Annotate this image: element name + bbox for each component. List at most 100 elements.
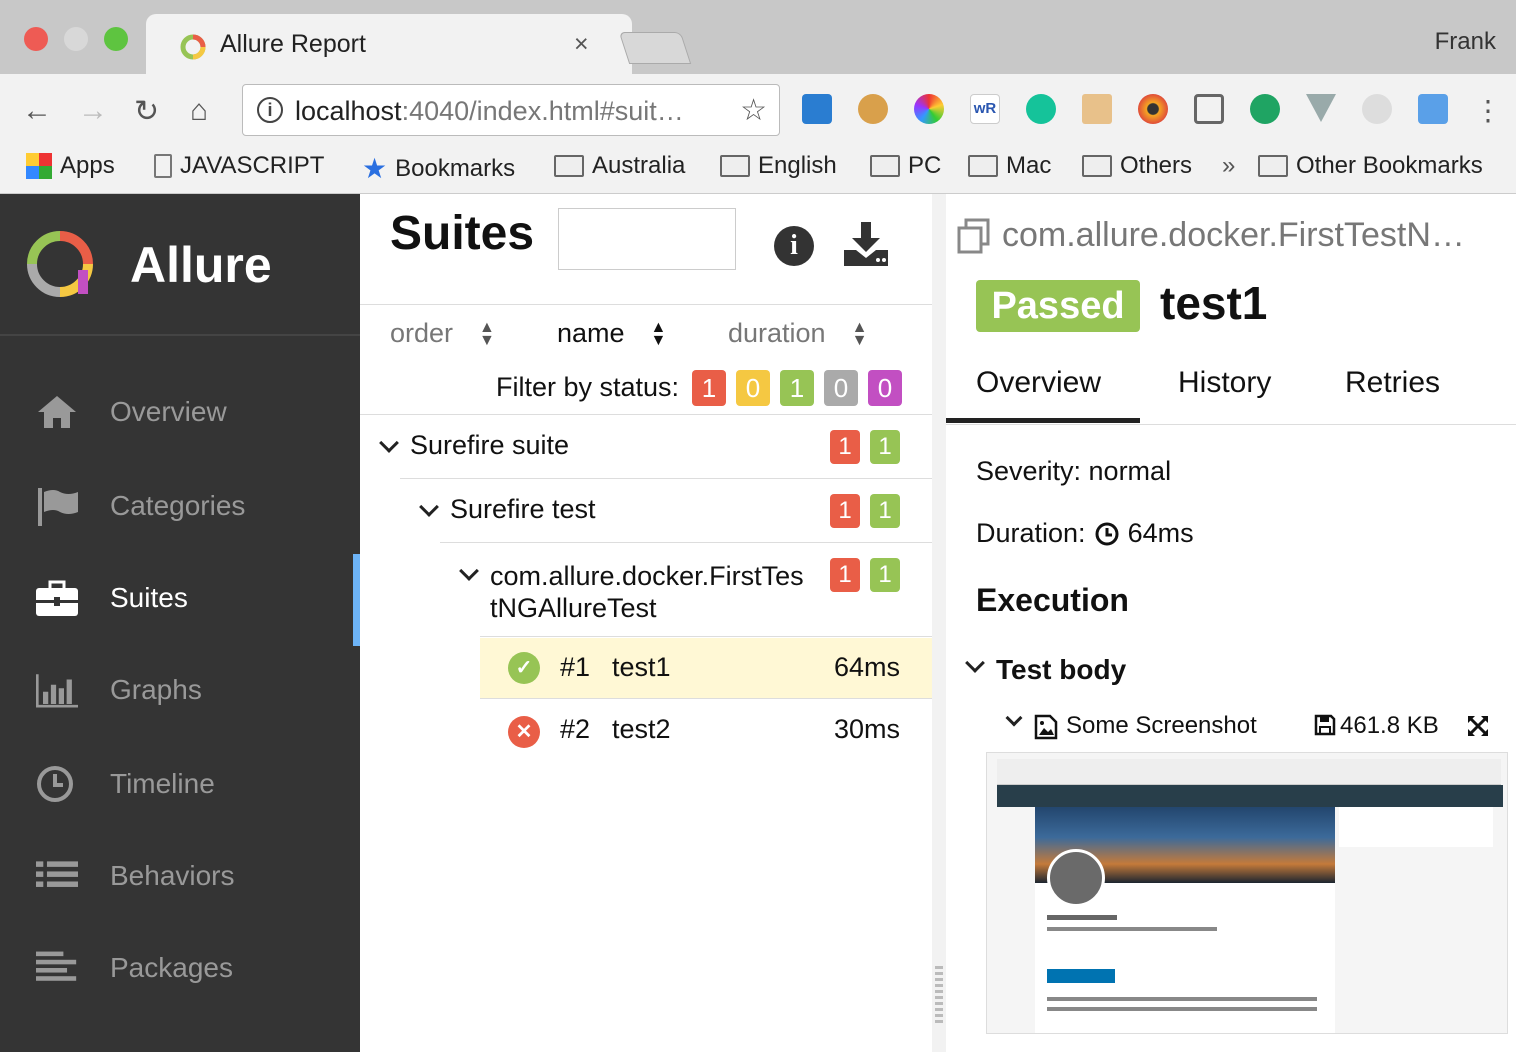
thumbnail-avatar <box>1047 849 1105 907</box>
tree-node-suite[interactable]: Surefire suite <box>379 430 569 461</box>
info-circle-icon[interactable]: i <box>257 97 283 123</box>
allure-favicon-icon <box>180 34 206 60</box>
tab-overview[interactable]: Overview <box>976 366 1101 400</box>
minimize-window-button[interactable] <box>64 27 88 51</box>
thumbnail-text-line <box>1047 997 1317 1001</box>
bookmark-others[interactable]: Others <box>1082 152 1192 180</box>
bookmark-english[interactable]: English <box>720 152 837 180</box>
sidebar-divider <box>0 334 360 336</box>
color-wheel-icon[interactable] <box>914 94 944 124</box>
url-path: :4040/index.html#suit… <box>401 96 684 126</box>
profile-name[interactable]: Frank <box>1435 28 1496 56</box>
sidebar-item-label: Packages <box>110 952 233 983</box>
test-full-name: com.allure.docker.FirstTestN… <box>1002 216 1465 254</box>
filter-failed-badge[interactable]: 1 <box>692 370 726 406</box>
test-body-heading[interactable]: Test body <box>996 654 1126 686</box>
reload-icon[interactable]: ↻ <box>134 94 159 129</box>
sidebar-item-label: Overview <box>110 396 227 427</box>
drag-handle-icon[interactable] <box>935 966 943 1026</box>
browser-tab[interactable] <box>146 14 632 74</box>
test-case-number: #2 <box>560 714 591 744</box>
thumbnail-text-line <box>1047 1007 1317 1011</box>
bookmark-bookmarks[interactable]: ★ Bookmarks <box>362 152 515 185</box>
tree-node-class[interactable]: com.allure.docker.FirstTes tNGAllureTest <box>459 560 804 624</box>
maximize-window-button[interactable] <box>104 27 128 51</box>
bookmark-australia[interactable]: Australia <box>554 152 685 180</box>
expand-icon[interactable] <box>1466 714 1490 738</box>
filter-label: Filter by status: <box>496 372 680 402</box>
circle-icon[interactable] <box>1362 94 1392 124</box>
grammarly-icon[interactable] <box>1026 94 1056 124</box>
close-window-button[interactable] <box>24 27 48 51</box>
new-tab-button[interactable] <box>618 32 692 64</box>
sidebar-item-suites[interactable]: Suites <box>0 554 360 646</box>
tab-history[interactable]: History <box>1178 366 1271 400</box>
star-icon: ★ <box>362 153 388 184</box>
tree-node-test[interactable]: Surefire test <box>419 494 596 525</box>
page-icon <box>154 154 172 178</box>
divider <box>480 698 932 699</box>
test-case-number: #1 <box>560 652 591 682</box>
bookmark-javascript[interactable]: JAVASCRIPT <box>154 152 324 180</box>
v-icon[interactable] <box>1306 94 1336 122</box>
pane-splitter[interactable] <box>932 194 946 1052</box>
bookmarks-overflow-button[interactable]: » <box>1222 152 1235 180</box>
cookie-icon[interactable] <box>858 94 888 124</box>
sidebar-item-overview[interactable]: Overview <box>0 368 360 456</box>
tab-close-icon[interactable]: × <box>574 30 589 59</box>
sidebar-item-label: Graphs <box>110 674 202 705</box>
sidebar-item-timeline[interactable]: Timeline <box>0 740 360 828</box>
sidebar-item-behaviors[interactable]: Behaviors <box>0 832 360 920</box>
screenshot-thumbnail[interactable] <box>986 752 1508 1034</box>
star-bookmark-icon[interactable]: ☆ <box>740 93 767 128</box>
url-host: localhost <box>295 96 402 126</box>
back-arrow-icon[interactable]: ← <box>22 94 52 128</box>
duration-row: Duration: 64ms <box>976 518 1194 548</box>
sidebar-item-categories[interactable]: Categories <box>0 462 360 550</box>
test-case-duration: 64ms <box>834 652 901 682</box>
home-icon[interactable]: ⌂ <box>190 94 208 128</box>
thumbnail-text-line <box>1047 927 1217 931</box>
failed-count-badge: 1 <box>830 558 860 592</box>
ruler-icon[interactable] <box>1082 94 1112 124</box>
bookmark-pc[interactable]: PC <box>870 152 941 180</box>
cast-icon[interactable] <box>1194 94 1224 124</box>
sort-duration[interactable]: duration ▲ ▼ <box>728 318 867 349</box>
menu-dots-icon[interactable]: ⋮ <box>1474 94 1502 127</box>
tab-retries[interactable]: Retries <box>1345 366 1440 400</box>
filter-skipped-badge[interactable]: 0 <box>824 370 858 406</box>
passed-count-badge: 1 <box>870 494 900 528</box>
forward-arrow-icon[interactable]: → <box>78 94 108 128</box>
search-input[interactable] <box>558 208 736 270</box>
folder-icon <box>554 155 584 177</box>
s-icon[interactable] <box>802 94 832 124</box>
download-icon[interactable] <box>842 220 890 268</box>
save-disk-icon <box>1314 714 1336 736</box>
eye-icon[interactable] <box>1138 94 1168 124</box>
bookmark-mac[interactable]: Mac <box>968 152 1051 180</box>
address-bar[interactable]: i localhost:4040/index.html#suit… ☆ <box>242 84 780 136</box>
list-icon <box>36 861 78 887</box>
filter-passed-badge[interactable]: 1 <box>780 370 814 406</box>
wr-icon[interactable]: wR <box>970 94 1000 124</box>
info-icon[interactable]: i <box>774 226 814 266</box>
sidebar-item-packages[interactable]: Packages <box>0 924 360 1012</box>
filter-broken-badge[interactable]: 0 <box>736 370 770 406</box>
copy-icon[interactable] <box>956 218 992 254</box>
sidebar-item-graphs[interactable]: Graphs <box>0 646 360 734</box>
test-case-name: test2 <box>612 714 671 744</box>
chat-bubble-icon[interactable] <box>1250 94 1280 124</box>
bookmark-other-bookmarks[interactable]: Other Bookmarks <box>1258 152 1483 180</box>
sort-order[interactable]: order ▲ ▼ <box>390 318 495 349</box>
attachment-name[interactable]: Some Screenshot <box>1066 712 1257 740</box>
bookmark-apps[interactable]: Apps <box>26 152 115 180</box>
sidebar-item-label: Timeline <box>110 768 215 799</box>
eyedropper-icon[interactable] <box>1418 94 1448 124</box>
filter-unknown-badge[interactable]: 0 <box>868 370 902 406</box>
sort-name[interactable]: name ▲ ▼ <box>557 318 666 349</box>
chevron-down-icon <box>419 496 439 517</box>
align-left-icon <box>36 951 77 981</box>
chevron-down-icon <box>459 561 479 581</box>
passed-count-badge: 1 <box>870 430 900 464</box>
divider <box>480 636 932 637</box>
